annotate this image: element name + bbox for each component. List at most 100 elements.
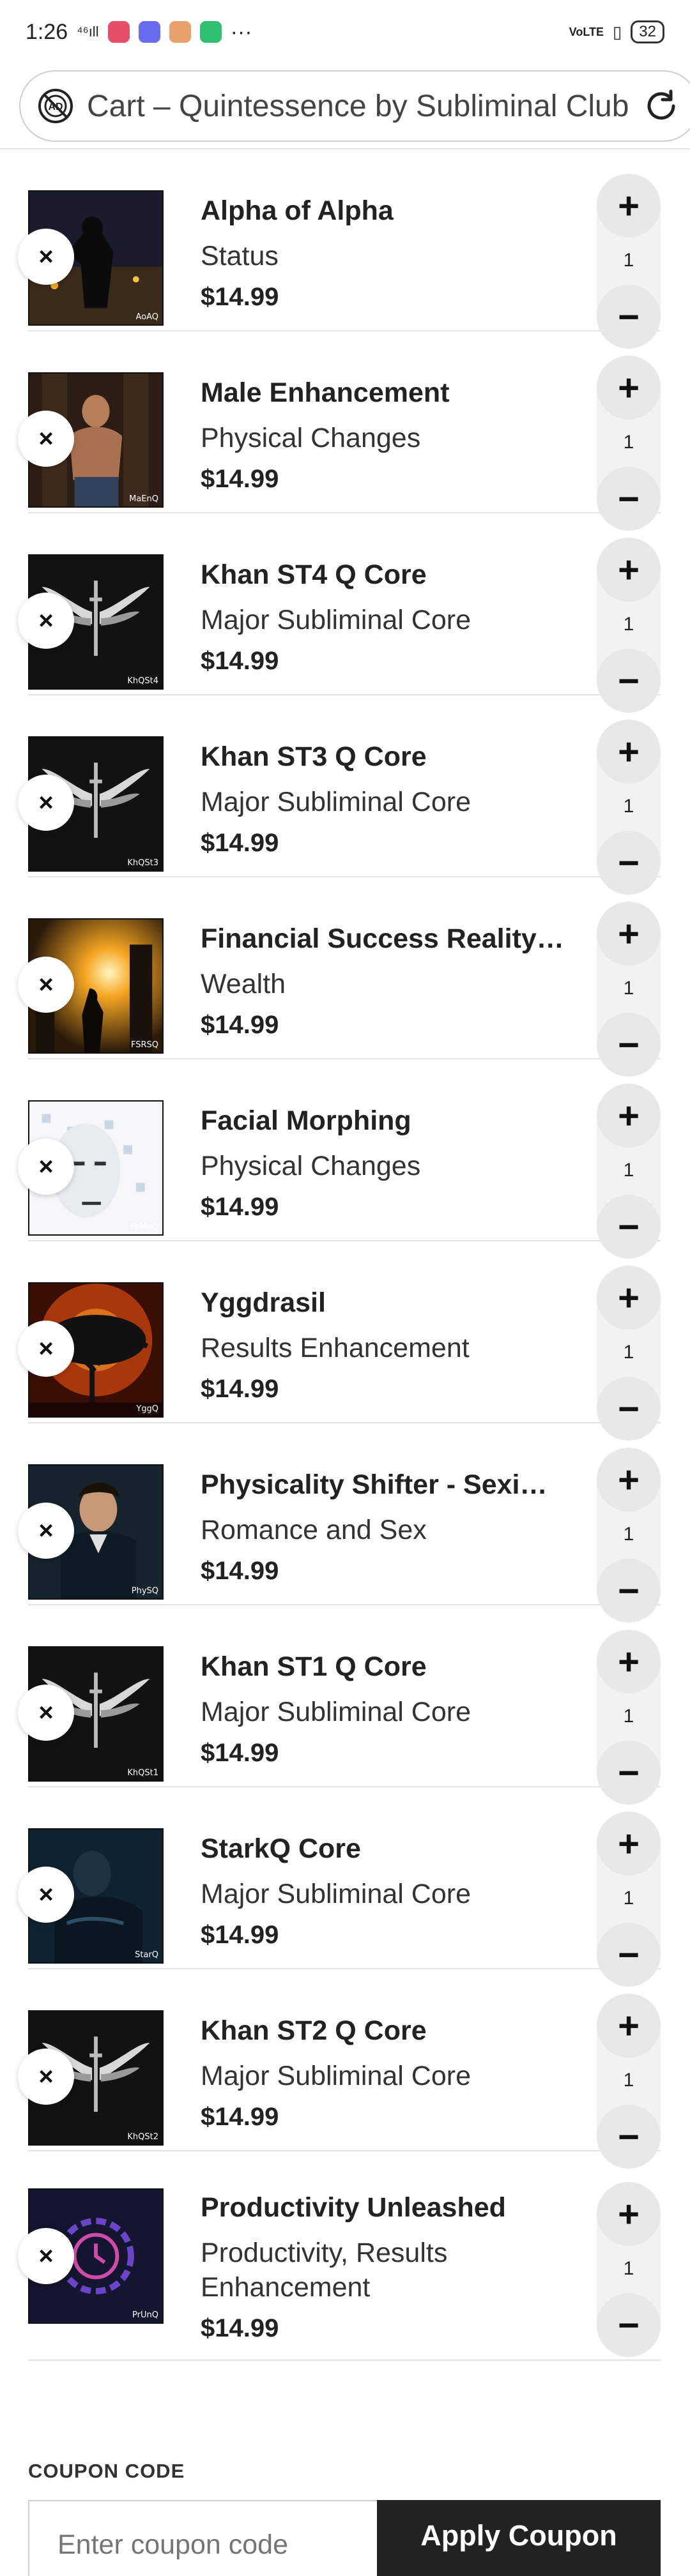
product-name[interactable]: Khan ST2 Q Core [201,2013,571,2049]
increase-quantity-button[interactable]: + [597,1448,661,1512]
increase-quantity-button[interactable]: + [597,1266,661,1330]
product-name[interactable]: Facial Morphing [201,1103,571,1139]
apply-coupon-button[interactable]: Apply Coupon [377,2500,661,2576]
thumbnail-code: AoAQ [135,312,158,322]
product-name[interactable]: Alpha of Alpha [201,193,571,229]
increase-quantity-button[interactable]: + [597,720,661,784]
quantity-stepper: +1 − [597,2182,661,2357]
close-icon: × [38,2241,54,2270]
reload-icon[interactable] [641,86,681,126]
remove-item-button[interactable]: × [18,1503,74,1559]
product-category: Physical Changes [201,1151,421,1181]
status-left: 1:26 ⁴⁶ıll ··· [26,20,252,45]
remove-item-button[interactable]: × [18,775,74,831]
quantity-value: 1 [623,2258,634,2279]
product-name[interactable]: Yggdrasil [201,1285,571,1321]
remove-item-button[interactable]: × [18,2049,74,2105]
product-info: Facial Morphing Physical Changes $14.99 [201,1103,571,1223]
cart-item: PhySQ × Physicality Shifter - Sexi… Romance… [18,1423,661,1623]
remove-item-button[interactable]: × [18,1685,74,1741]
increase-quantity-button[interactable]: + [597,2182,661,2246]
status-bar: 1:26 ⁴⁶ıll ··· VoLTE ▯ 32 [0,0,690,64]
product-price: $14.99 [201,647,279,675]
close-icon: × [38,2062,54,2091]
address-bar[interactable]: AD Cart – Quintessence by Subliminal Clu… [19,70,690,142]
product-price: $14.99 [201,1193,279,1221]
decrease-quantity-button[interactable]: − [597,2293,661,2357]
product-category: Physical Changes [201,423,421,453]
product-name[interactable]: Financial Success Reality… [201,921,571,957]
plus-icon: + [618,2193,640,2235]
cart-item: FSRSQ × Financial Success Reality… Wealth $1… [18,877,661,1077]
quantity-value: 1 [623,978,634,999]
remove-item-button[interactable]: × [18,1321,74,1377]
increase-quantity-button[interactable]: + [597,1630,661,1693]
quantity-stepper: +1− [597,174,661,349]
product-price: $14.99 [201,1739,279,1767]
increase-quantity-button[interactable]: + [597,538,661,602]
thumbnail-code: KhQSt2 [127,2132,158,2142]
quantity-stepper: +1− [597,1812,661,1987]
close-icon: × [38,788,54,817]
quantity-value: 1 [623,1706,634,1727]
quantity-stepper: +1− [597,1084,661,1259]
close-icon: × [38,1698,54,1727]
remove-item-button[interactable]: × [18,593,74,649]
close-icon: × [38,606,54,635]
adblock-icon[interactable]: AD [37,87,74,125]
product-price: $14.99 [201,465,279,493]
increase-quantity-button[interactable]: + [597,1994,661,2057]
quantity-stepper: +1− [597,1266,661,1441]
remove-item-button[interactable]: × [18,229,74,285]
increase-quantity-button[interactable]: + [597,174,661,238]
quantity-value: 1 [623,2070,634,2091]
cart-item: PrUnQ × Productivity Unleashed Productivity… [18,2151,661,2361]
status-right: VoLTE ▯ 32 [569,20,664,43]
product-info: Male Enhancement Physical Changes $14.99 [201,375,571,495]
increase-quantity-button[interactable]: + [597,1084,661,1148]
quantity-stepper: +1− [597,720,661,895]
quantity-stepper: +1− [597,1448,661,1623]
remove-item-button[interactable]: × [18,1139,74,1195]
remove-item-button[interactable]: × [18,2228,74,2284]
thumbnail-code: YggQ [136,1404,158,1414]
url-text[interactable]: Cart – Quintessence by Subliminal Club [87,89,629,124]
quantity-stepper: +1− [597,902,661,1077]
close-icon: × [38,1880,54,1909]
product-name[interactable]: Productivity Unleashed [201,2190,571,2225]
messenger-app-icon [138,21,160,43]
remove-item-button[interactable]: × [18,957,74,1013]
product-name[interactable]: StarkQ Core [201,1831,571,1867]
cart-list: AoAQ × Alpha of Alpha Status $14.99 +1− MaEnQ ×… [18,149,661,2361]
product-info: Khan ST2 Q Core Major Subliminal Core $14.… [201,2013,571,2133]
product-name[interactable]: Khan ST1 Q Core [201,1649,571,1685]
battery-icon: 32 [631,20,664,43]
product-category: Productivity, Results Enhancement [201,2238,448,2303]
minus-icon: − [618,2304,640,2346]
coupon-input[interactable] [28,2500,377,2576]
remove-item-button[interactable]: × [18,1867,74,1923]
photos-app-icon [169,21,191,43]
plus-icon: + [618,2004,640,2047]
plus-icon: + [618,1640,640,1683]
product-category: Results Enhancement [201,1333,470,1363]
product-name[interactable]: Physicality Shifter - Sexi… [201,1467,571,1503]
plus-icon: + [618,1822,640,1865]
product-name[interactable]: Khan ST4 Q Core [201,557,571,593]
thumbnail-code: PrUnQ [132,2310,158,2320]
cart-item: KhQSt1 × Khan ST1 Q Core Major Subliminal C… [18,1605,661,1805]
status-time: 1:26 [26,19,68,44]
plus-icon: + [618,185,640,227]
increase-quantity-button[interactable]: + [597,356,661,420]
remove-item-button[interactable]: × [18,411,74,467]
product-category: Wealth [201,969,286,999]
product-name[interactable]: Male Enhancement [201,375,571,411]
product-info: Productivity Unleashed Productivity, Resu… [201,2190,571,2344]
product-category: Major Subliminal Core [201,2061,471,2091]
product-name[interactable]: Khan ST3 Q Core [201,739,571,775]
increase-quantity-button[interactable]: + [597,1812,661,1875]
plus-icon: + [618,913,640,955]
product-price: $14.99 [201,829,279,857]
increase-quantity-button[interactable]: + [597,902,661,966]
product-category: Romance and Sex [201,1515,427,1545]
